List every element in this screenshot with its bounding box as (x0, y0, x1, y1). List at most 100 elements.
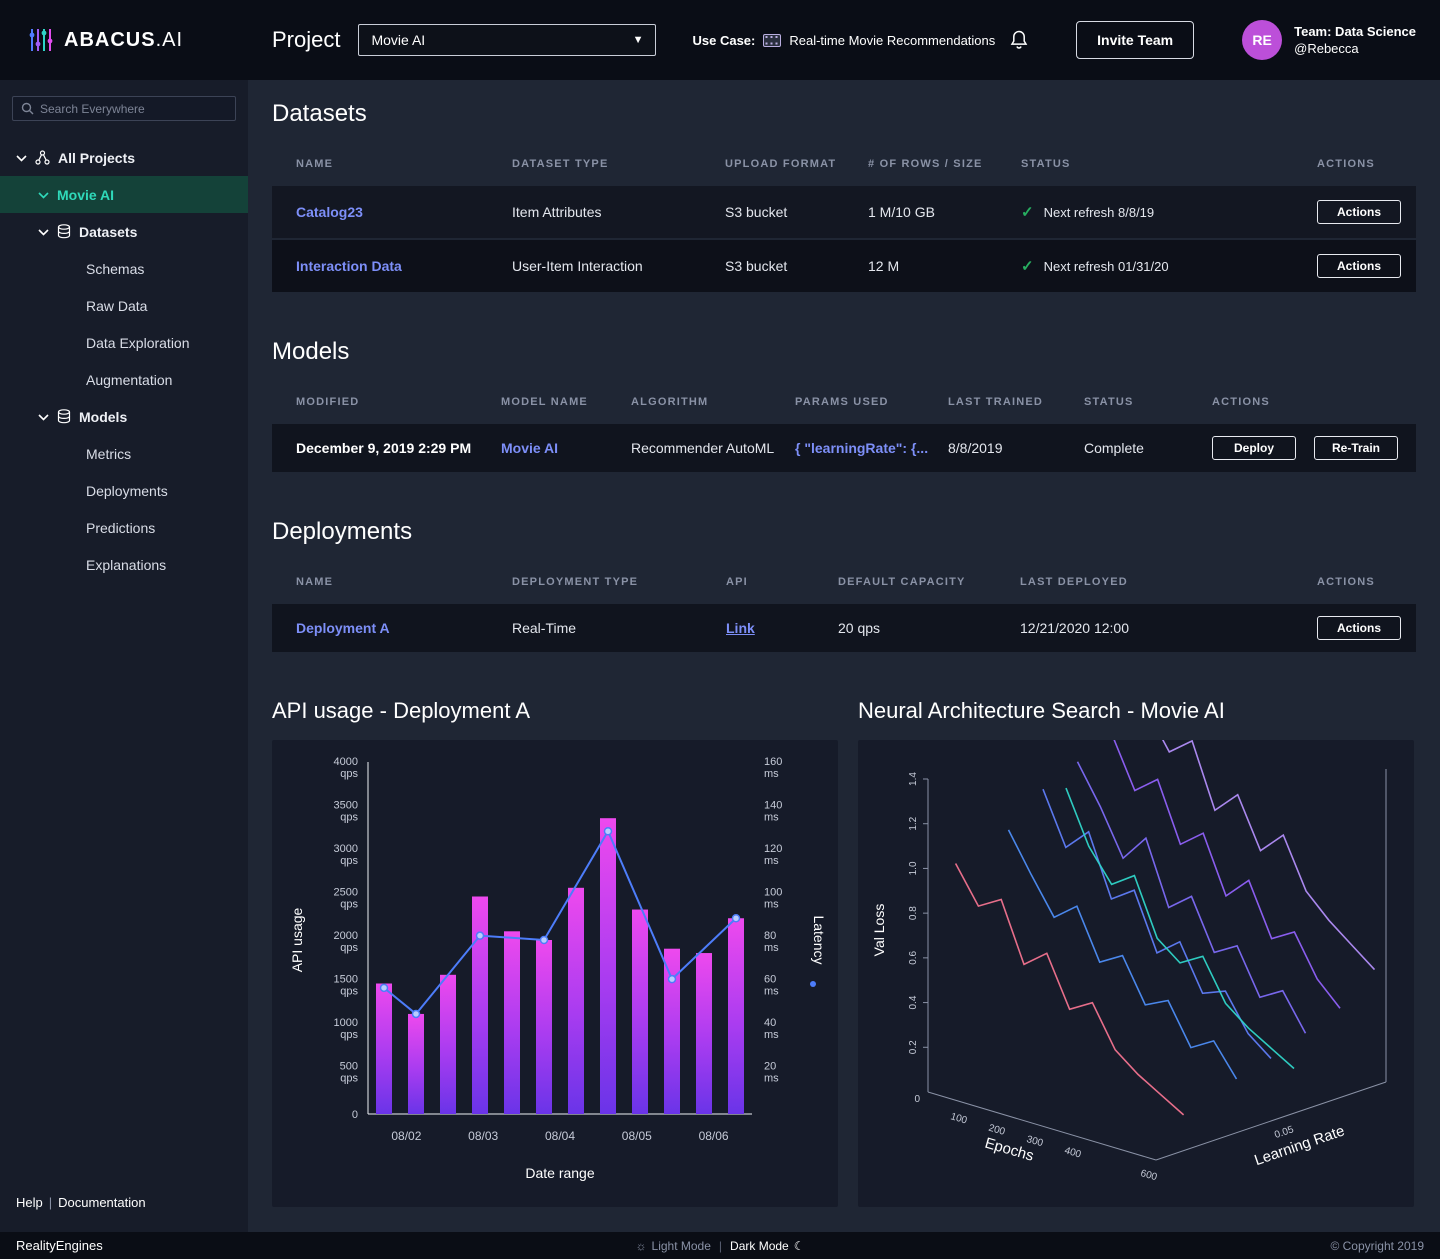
svg-text:20ms: 20ms (764, 1061, 779, 1085)
help-link[interactable]: Help (16, 1195, 43, 1210)
actions-button[interactable]: Actions (1317, 254, 1401, 278)
check-icon: ✓ (1021, 203, 1034, 221)
svg-text:0.4: 0.4 (908, 995, 919, 1009)
sidebar-item-models[interactable]: Models (0, 398, 248, 435)
upload-format-cell: S3 bucket (725, 258, 868, 274)
sidebar: All Projects Movie AI Datasets Schemas R… (0, 80, 248, 1232)
sidebar-item-all-projects[interactable]: All Projects (0, 139, 248, 176)
svg-text:0.8: 0.8 (908, 906, 919, 920)
notification-bell-icon[interactable] (1009, 29, 1029, 51)
deployments-table-header: NAME DEPLOYMENT TYPE API DEFAULT CAPACIT… (272, 560, 1416, 604)
svg-text:2000qps: 2000qps (334, 930, 359, 954)
svg-text:3000qps: 3000qps (334, 843, 359, 867)
datasets-section: Datasets NAME DATASET TYPE UPLOAD FORMAT… (272, 100, 1416, 294)
charts-row: API usage - Deployment A 4000qps3500qps3… (272, 698, 1416, 1207)
sidebar-item-label: Datasets (79, 224, 137, 240)
deployment-name-link[interactable]: Deployment A (296, 620, 512, 636)
column-header: STATUS (1084, 396, 1212, 408)
svg-text:0: 0 (352, 1109, 358, 1121)
dark-mode-toggle[interactable]: Dark Mode ☾ (730, 1239, 804, 1253)
copyright-text: © Copyright 2019 (1330, 1239, 1424, 1253)
logo[interactable]: ABACUS.AI (28, 27, 272, 53)
rows-size-cell: 12 M (868, 258, 1021, 274)
chevron-down-icon (38, 413, 49, 421)
column-header: NAME (296, 576, 512, 588)
logo-text: ABACUS.AI (64, 29, 183, 52)
nas-chart-block: Neural Architecture Search - Movie AI 00… (858, 698, 1414, 1207)
column-header: LAST DEPLOYED (1020, 576, 1317, 588)
svg-text:08/02: 08/02 (391, 1129, 421, 1143)
svg-text:40ms: 40ms (764, 1017, 779, 1041)
sidebar-item-augmentation[interactable]: Augmentation (0, 361, 248, 398)
column-header: NAME (296, 158, 512, 170)
sidebar-item-deployments[interactable]: Deployments (0, 472, 248, 509)
params-link[interactable]: { "learningRate": {... (795, 440, 940, 456)
avatar[interactable]: RE (1242, 20, 1282, 60)
sun-icon: ☼ (636, 1239, 647, 1253)
svg-text:80ms: 80ms (764, 930, 779, 954)
chevron-down-icon (38, 191, 49, 199)
svg-text:08/05: 08/05 (622, 1129, 652, 1143)
algorithm-cell: Recommender AutoML (631, 440, 795, 456)
check-icon: ✓ (1021, 257, 1034, 275)
svg-text:Val Loss: Val Loss (871, 904, 887, 957)
chevron-down-icon (16, 154, 27, 162)
retrain-button[interactable]: Re-Train (1314, 436, 1398, 460)
film-icon (763, 34, 781, 47)
status-cell: ✓ Next refresh 01/31/20 (1021, 257, 1317, 275)
dataset-type-cell: Item Attributes (512, 204, 725, 220)
sidebar-item-explanations[interactable]: Explanations (0, 546, 248, 583)
column-header: ALGORITHM (631, 396, 795, 408)
column-header: STATUS (1021, 158, 1317, 170)
project-select[interactable]: Movie AI ▼ (358, 24, 656, 56)
sidebar-item-raw-data[interactable]: Raw Data (0, 287, 248, 324)
sidebar-item-schemas[interactable]: Schemas (0, 250, 248, 287)
svg-text:Learning Rate: Learning Rate (1252, 1122, 1347, 1169)
sidebar-item-datasets[interactable]: Datasets (0, 213, 248, 250)
nas-chart-title: Neural Architecture Search - Movie AI (858, 698, 1414, 724)
deployments-table: NAME DEPLOYMENT TYPE API DEFAULT CAPACIT… (272, 560, 1416, 654)
documentation-link[interactable]: Documentation (58, 1195, 145, 1210)
sidebar-item-label: All Projects (58, 150, 135, 166)
deploy-button[interactable]: Deploy (1212, 436, 1296, 460)
light-mode-label: Light Mode (652, 1239, 711, 1253)
team-name: Team: Data Science (1294, 23, 1416, 40)
use-case-value: Real-time Movie Recommendations (789, 33, 995, 48)
column-header: DEFAULT CAPACITY (838, 576, 1020, 588)
last-deployed-cell: 12/21/2020 12:00 (1020, 620, 1317, 636)
search-icon (21, 102, 34, 115)
datasets-table: NAME DATASET TYPE UPLOAD FORMAT # OF ROW… (272, 142, 1416, 294)
svg-text:120ms: 120ms (764, 843, 782, 867)
sidebar-item-predictions[interactable]: Predictions (0, 509, 248, 546)
light-mode-toggle[interactable]: ☼ Light Mode (636, 1239, 711, 1253)
moon-icon: ☾ (794, 1239, 805, 1253)
dataset-name-link[interactable]: Catalog23 (296, 204, 512, 220)
svg-text:400: 400 (1063, 1145, 1082, 1160)
api-link[interactable]: Link (726, 620, 838, 636)
search-input[interactable] (40, 102, 227, 116)
team-info: Team: Data Science @Rebecca (1294, 23, 1416, 57)
column-header: API (726, 576, 838, 588)
svg-text:08/04: 08/04 (545, 1129, 575, 1143)
brand-text: RealityEngines (16, 1238, 103, 1253)
actions-button[interactable]: Actions (1317, 616, 1401, 640)
svg-text:08/06: 08/06 (699, 1129, 729, 1143)
sidebar-item-metrics[interactable]: Metrics (0, 435, 248, 472)
invite-team-button[interactable]: Invite Team (1076, 21, 1194, 59)
upload-format-cell: S3 bucket (725, 204, 868, 220)
database-icon (57, 224, 71, 239)
dataset-name-link[interactable]: Interaction Data (296, 258, 512, 274)
svg-text:100ms: 100ms (764, 887, 782, 911)
api-usage-chart-title: API usage - Deployment A (272, 698, 838, 724)
column-header: DEPLOYMENT TYPE (512, 576, 726, 588)
sidebar-item-movie-ai[interactable]: Movie AI (0, 176, 248, 213)
model-name-link[interactable]: Movie AI (501, 440, 631, 456)
svg-text:2500qps: 2500qps (334, 887, 359, 911)
status-text: Next refresh 01/31/20 (1044, 259, 1169, 274)
svg-text:08/03: 08/03 (468, 1129, 498, 1143)
actions-button[interactable]: Actions (1317, 200, 1401, 224)
table-row: Catalog23 Item Attributes S3 bucket 1 M/… (272, 186, 1416, 240)
svg-text:Date range: Date range (525, 1165, 594, 1181)
sidebar-item-data-exploration[interactable]: Data Exploration (0, 324, 248, 361)
last-trained-cell: 8/8/2019 (948, 440, 1084, 456)
